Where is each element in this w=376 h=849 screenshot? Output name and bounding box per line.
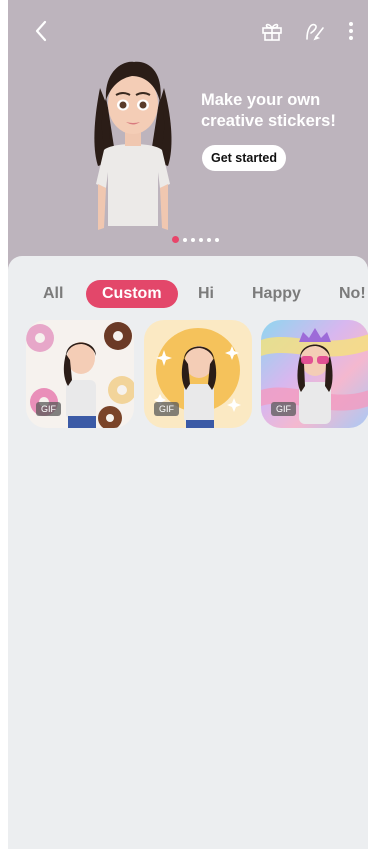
sticker-screen: Make your own creative stickers! Get sta… [8,0,368,849]
page-indicator [172,236,219,243]
banner-headline-line2: creative stickers! [201,112,336,130]
tab-all[interactable]: All [43,280,63,308]
banner-headline-line1: Make your own [201,91,321,109]
page-dot [215,237,219,242]
tab-happy[interactable]: Happy [252,280,301,308]
sticker-item[interactable]: GIF [144,320,252,428]
chevron-left-icon[interactable] [28,18,54,44]
avatar-illustration [78,48,188,238]
more-vertical-icon[interactable] [341,18,361,44]
page-dot-active [172,236,179,243]
gif-badge: GIF [36,402,61,416]
promo-banner[interactable]: Make your own creative stickers! Get sta… [8,0,368,270]
draw-sticker-icon[interactable] [302,18,328,44]
category-tabs: All Custom Hi Happy No! [8,280,368,310]
gift-icon[interactable] [259,18,285,44]
page-dot [207,237,211,242]
sticker-item[interactable]: GIF [261,320,368,428]
gif-badge: GIF [154,402,179,416]
tab-no[interactable]: No! [339,280,366,308]
get-started-button[interactable]: Get started [202,145,286,171]
sticker-item[interactable]: GIF [26,320,134,428]
tab-hi[interactable]: Hi [198,280,214,308]
sticker-sheet: All Custom Hi Happy No! GIF GIF GIF [8,256,368,849]
tab-custom[interactable]: Custom [86,280,178,308]
banner-headline: Make your own creative stickers! [201,90,351,132]
page-dot [191,237,195,242]
page-dot [199,237,203,242]
sticker-grid: GIF GIF GIF [8,320,368,432]
page-dot [183,237,187,242]
gif-badge: GIF [271,402,296,416]
